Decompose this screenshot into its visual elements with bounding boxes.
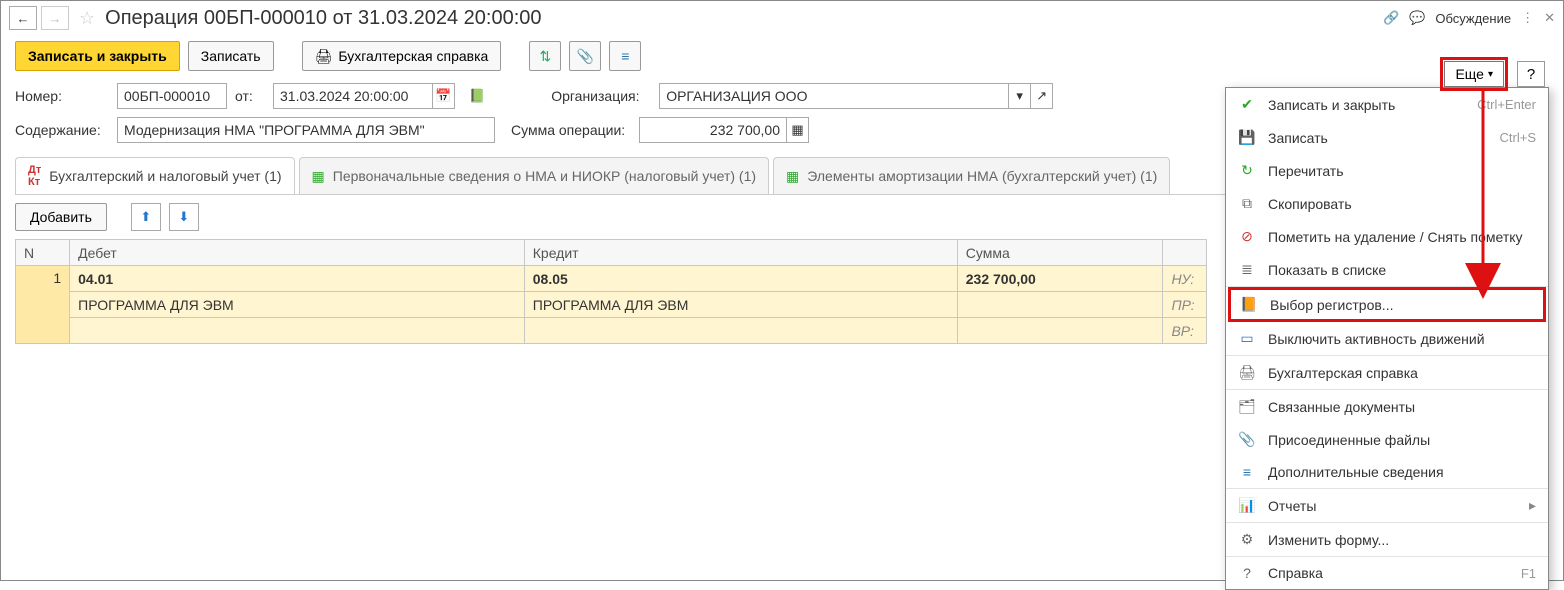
menu-copy[interactable]: ⧉ Скопировать (1226, 187, 1548, 220)
kebab-icon[interactable]: ⋮ (1521, 10, 1534, 26)
print-reference-button[interactable]: 🖨 Бухгалтерская справка (302, 41, 502, 71)
tab-amortization[interactable]: ▦ Элементы амортизации НМА (бухгалтерски… (773, 157, 1170, 194)
menu-related-docs[interactable]: 🗂 Связанные документы (1226, 390, 1548, 423)
tab-nma-initial[interactable]: ▦ Первоначальные сведения о НМА и НИОКР … (299, 157, 770, 194)
write-button[interactable]: Записать (188, 41, 274, 71)
menu-show-in-list[interactable]: ≣ Показать в списке (1226, 253, 1548, 287)
open-org-icon[interactable]: ↗ (1031, 83, 1053, 109)
from-label: от: (235, 88, 265, 104)
add-row-button[interactable]: Добавить (15, 203, 107, 231)
posted-icon: 📗 (469, 88, 485, 104)
dropdown-icon[interactable]: ▾ (1009, 83, 1031, 109)
reports-icon: 📊 (1238, 497, 1256, 514)
org-input[interactable]: ОРГАНИЗАЦИЯ ООО (659, 83, 1009, 109)
menu-mark-delete[interactable]: ⊘ Пометить на удаление / Снять пометку (1226, 220, 1548, 253)
menu-write-close[interactable]: ✔ Записать и закрыть Ctrl+Enter (1226, 88, 1548, 121)
nav-forward-button[interactable]: → (41, 6, 69, 30)
table-row[interactable]: 1 04.01 08.05 232 700,00 НУ: (16, 266, 1207, 292)
sum-label: Сумма операции: (511, 122, 631, 138)
table-icon: ▦ (786, 168, 799, 185)
docs-icon: 🗂 (1238, 398, 1256, 415)
help-icon: ? (1238, 565, 1256, 581)
table-row[interactable]: ВР: (16, 318, 1207, 344)
content-input[interactable]: Модернизация НМА "ПРОГРАММА ДЛЯ ЭВМ" (117, 117, 495, 143)
close-icon[interactable]: ✕ (1544, 10, 1555, 26)
favorite-icon[interactable]: ☆ (79, 8, 95, 29)
gear-icon: ⚙ (1238, 531, 1256, 548)
number-label: Номер: (15, 88, 109, 104)
content-label: Содержание: (15, 122, 109, 138)
col-credit: Кредит (524, 240, 957, 266)
menu-write[interactable]: 💾 Записать Ctrl+S (1226, 121, 1548, 154)
help-button[interactable]: ? (1517, 61, 1545, 87)
nav-back-button[interactable]: ← (9, 6, 37, 30)
menu-additional-info[interactable]: ≡ Дополнительные сведения (1226, 456, 1548, 489)
org-label: Организация: (551, 88, 651, 104)
write-close-button[interactable]: Записать и закрыть (15, 41, 180, 71)
menu-help[interactable]: ? Справка F1 (1226, 557, 1548, 589)
dt-kt-button[interactable]: ⇅ (529, 41, 561, 71)
menu-disable-activity[interactable]: ▭ Выключить активность движений (1226, 322, 1548, 356)
move-up-button[interactable]: ⬆ (131, 203, 161, 231)
reload-icon: ↻ (1238, 162, 1256, 179)
more-button[interactable]: Еще▾ (1444, 61, 1504, 87)
menu-attached-files[interactable]: 📎 Присоединенные файлы (1226, 423, 1548, 456)
calc-icon[interactable]: ▦ (787, 117, 809, 143)
attach-button[interactable]: 📎 (569, 41, 601, 71)
link-icon[interactable]: 🔗 (1383, 10, 1399, 26)
more-dropdown: ✔ Записать и закрыть Ctrl+Enter 💾 Записа… (1225, 87, 1549, 590)
more-button-highlight: Еще▾ (1440, 57, 1508, 91)
menu-reread[interactable]: ↻ Перечитать (1226, 154, 1548, 187)
menu-print-ref[interactable]: 🖨 Бухгалтерская справка (1226, 356, 1548, 390)
move-down-button[interactable]: ⬇ (169, 203, 199, 231)
copy-icon: ⧉ (1238, 195, 1256, 212)
table-row[interactable]: ПРОГРАММА ДЛЯ ЭВМ ПРОГРАММА ДЛЯ ЭВМ ПР: (16, 292, 1207, 318)
clip-icon: 📎 (1238, 431, 1256, 448)
col-debit: Дебет (70, 240, 525, 266)
number-input[interactable]: 00БП-000010 (117, 83, 227, 109)
page-title: Операция 00БП-000010 от 31.03.2024 20:00… (105, 7, 541, 30)
activity-icon: ▭ (1238, 330, 1256, 347)
entries-table: N Дебет Кредит Сумма 1 04.01 08.05 232 7… (15, 239, 1207, 344)
col-sum: Сумма (957, 240, 1163, 266)
tab-accounting[interactable]: ДтКт Бухгалтерский и налоговый учет (1) (15, 157, 295, 194)
discuss-icon[interactable]: 💬 (1409, 10, 1425, 26)
info-button[interactable]: ≡ (609, 41, 641, 71)
dt-kt-icon: ДтКт (28, 164, 41, 188)
calendar-icon[interactable]: 📅 (433, 83, 455, 109)
col-n: N (16, 240, 70, 266)
check-icon: ✔ (1238, 96, 1256, 113)
registers-icon: 📙 (1240, 296, 1258, 313)
print-icon: 🖨 (315, 48, 333, 65)
delete-mark-icon: ⊘ (1238, 228, 1256, 245)
info-icon: ≡ (1238, 464, 1256, 480)
print-icon: 🖨 (1238, 364, 1256, 381)
discuss-label[interactable]: Обсуждение (1435, 11, 1511, 26)
save-icon: 💾 (1238, 129, 1256, 146)
menu-change-form[interactable]: ⚙ Изменить форму... (1226, 523, 1548, 557)
sum-input[interactable]: 232 700,00 (639, 117, 787, 143)
date-input[interactable]: 31.03.2024 20:00:00 (273, 83, 433, 109)
menu-choose-registers[interactable]: 📙 Выбор регистров... (1228, 287, 1546, 322)
menu-reports[interactable]: 📊 Отчеты ▸ (1226, 489, 1548, 523)
table-icon: ▦ (312, 168, 325, 185)
list-icon: ≣ (1238, 261, 1256, 278)
